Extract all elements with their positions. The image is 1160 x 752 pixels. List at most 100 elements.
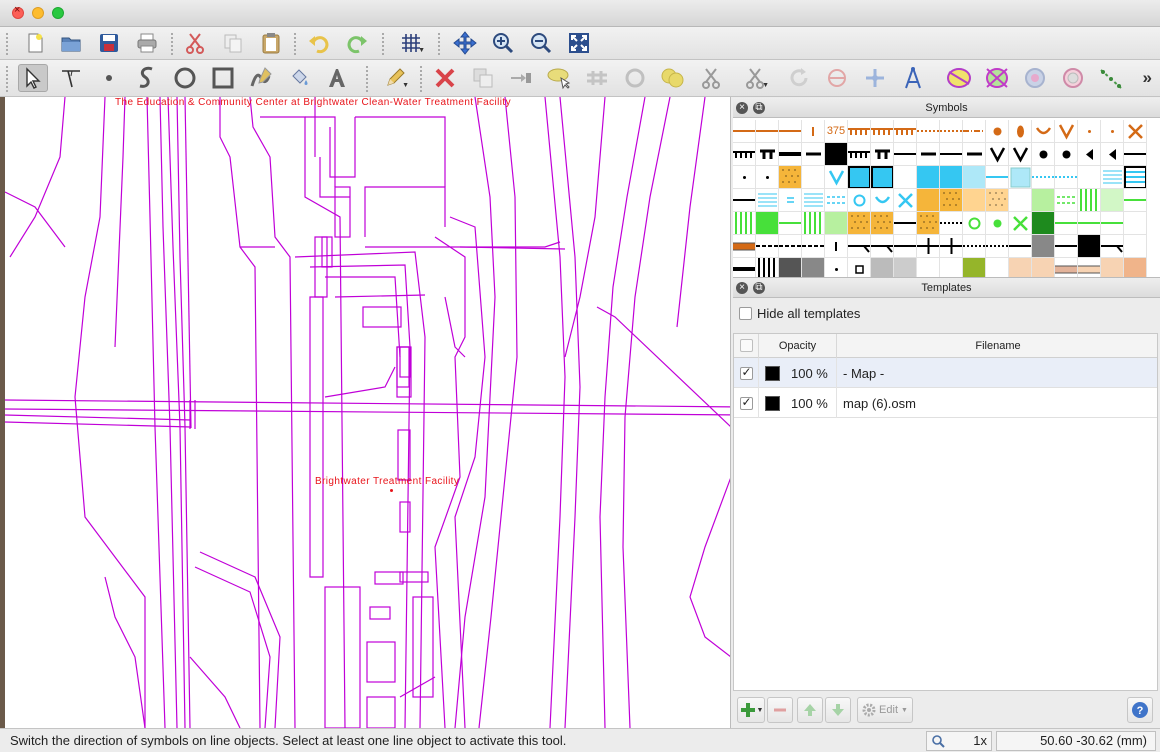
symbol-swatch[interactable] [871, 258, 894, 277]
column-header-opacity[interactable]: Opacity [759, 334, 837, 358]
visibility-checkbox[interactable] [739, 395, 753, 410]
float-panel-icon[interactable]: ⧉ [753, 102, 765, 114]
symbol-swatch[interactable] [756, 258, 779, 277]
float-panel-icon[interactable]: ⧉ [753, 282, 765, 294]
draw-circle-icon[interactable] [170, 64, 200, 92]
symbol-swatch[interactable] [802, 258, 825, 277]
symbol-swatch[interactable] [1009, 166, 1032, 189]
new-file-icon[interactable] [20, 29, 50, 57]
draw-text-icon[interactable] [322, 64, 352, 92]
symbol-swatch[interactable] [963, 166, 986, 189]
symbol-swatch[interactable] [1055, 143, 1078, 166]
symbol-swatch[interactable] [1101, 120, 1124, 143]
help-button[interactable]: ? [1127, 697, 1153, 723]
symbol-swatch[interactable] [1101, 143, 1124, 166]
symbol-swatch[interactable] [825, 189, 848, 212]
symbol-swatch[interactable] [733, 143, 756, 166]
intersect-areas-icon[interactable] [982, 64, 1012, 92]
filename-cell[interactable]: - Map - [837, 358, 1159, 388]
cut-hole-icon[interactable]: ▼ [740, 64, 770, 92]
symbol-swatch[interactable] [848, 189, 871, 212]
symbol-swatch[interactable] [848, 166, 871, 189]
symbol-swatch[interactable] [986, 235, 1009, 258]
cut-icon[interactable] [180, 29, 210, 57]
paste-icon[interactable] [256, 29, 286, 57]
undo-icon[interactable] [304, 29, 334, 57]
scale-icon[interactable] [822, 64, 852, 92]
symbol-swatch[interactable] [825, 258, 848, 277]
edit-template-button[interactable]: Edit ▼ [857, 697, 913, 723]
symbol-swatch[interactable] [1078, 120, 1101, 143]
distribute-points-icon[interactable] [1096, 64, 1126, 92]
symbol-swatch[interactable]: 375 [825, 120, 848, 143]
symbol-swatch[interactable] [1101, 189, 1124, 212]
minimize-window-button[interactable] [32, 7, 44, 19]
opacity-value[interactable]: 100 % [791, 366, 828, 381]
symbol-swatch[interactable] [756, 212, 779, 235]
draw-point-icon[interactable] [94, 64, 124, 92]
symbol-swatch[interactable] [1032, 235, 1055, 258]
column-header-filename[interactable]: Filename [837, 334, 1159, 358]
grid-icon[interactable]: ▼ [396, 29, 426, 57]
draw-freehand-icon[interactable] [246, 64, 276, 92]
select-all-checkbox[interactable] [739, 339, 753, 352]
close-window-button[interactable] [12, 4, 24, 19]
close-panel-icon[interactable]: × [736, 282, 748, 294]
symbol-swatch[interactable] [1055, 166, 1078, 189]
symbol-swatch[interactable] [1101, 235, 1124, 258]
measure-icon[interactable] [898, 64, 928, 92]
symbol-swatch[interactable] [825, 235, 848, 258]
symbol-swatch[interactable] [1078, 212, 1101, 235]
remove-template-button[interactable] [767, 697, 793, 723]
symbol-swatch[interactable] [1124, 212, 1147, 235]
symbol-swatch[interactable] [917, 212, 940, 235]
xor-icon[interactable] [1058, 64, 1088, 92]
symbol-swatch[interactable] [733, 120, 756, 143]
draw-rectangle-icon[interactable] [208, 64, 238, 92]
symbol-swatch[interactable] [825, 212, 848, 235]
symbol-swatch[interactable] [1055, 258, 1078, 277]
symbol-swatch[interactable] [779, 143, 802, 166]
symbol-swatch[interactable] [1055, 120, 1078, 143]
symbol-swatch[interactable] [848, 235, 871, 258]
close-panel-icon[interactable]: × [736, 102, 748, 114]
symbol-swatch[interactable] [1078, 143, 1101, 166]
symbol-swatch[interactable] [802, 235, 825, 258]
symbol-swatch[interactable] [1101, 258, 1124, 277]
symbol-swatch[interactable] [733, 189, 756, 212]
unify-areas-icon[interactable] [944, 64, 974, 92]
symbol-swatch[interactable] [1124, 235, 1147, 258]
add-template-button[interactable]: ▼ [737, 697, 765, 723]
symbol-swatch[interactable] [917, 120, 940, 143]
symbol-swatch[interactable] [1055, 189, 1078, 212]
symbol-swatch[interactable] [940, 212, 963, 235]
symbol-swatch[interactable] [894, 258, 917, 277]
union-icon[interactable] [658, 64, 688, 92]
zoom-out-icon[interactable] [526, 29, 556, 57]
pencil-icon[interactable]: ▼ [380, 64, 410, 92]
switch-dash-icon[interactable] [544, 64, 574, 92]
map-label-education-center[interactable]: The Education & Community Center at Brig… [115, 97, 511, 108]
symbol-swatch[interactable] [848, 212, 871, 235]
edit-lines-icon[interactable] [56, 64, 86, 92]
symbol-swatch[interactable] [756, 120, 779, 143]
symbol-swatch[interactable] [779, 166, 802, 189]
symbol-swatch[interactable] [871, 212, 894, 235]
symbol-swatch[interactable] [779, 120, 802, 143]
hide-all-templates-checkbox[interactable]: Hide all templates [739, 306, 860, 321]
table-row[interactable]: 100 % map (6).osm [734, 388, 1157, 418]
symbol-swatch[interactable] [1101, 212, 1124, 235]
symbol-swatch[interactable] [779, 235, 802, 258]
symbol-swatch[interactable] [963, 189, 986, 212]
symbol-swatch[interactable] [1032, 189, 1055, 212]
symbol-swatch[interactable] [986, 166, 1009, 189]
open-folder-icon[interactable] [56, 29, 86, 57]
symbol-swatch[interactable] [871, 120, 894, 143]
select-all-column[interactable] [734, 334, 759, 358]
symbol-swatch[interactable] [779, 189, 802, 212]
edit-objects-icon[interactable] [18, 64, 48, 92]
switch-symbol-icon[interactable] [506, 64, 536, 92]
symbol-swatch[interactable] [1124, 143, 1147, 166]
fill-icon[interactable] [284, 64, 314, 92]
symbol-swatch[interactable] [917, 235, 940, 258]
